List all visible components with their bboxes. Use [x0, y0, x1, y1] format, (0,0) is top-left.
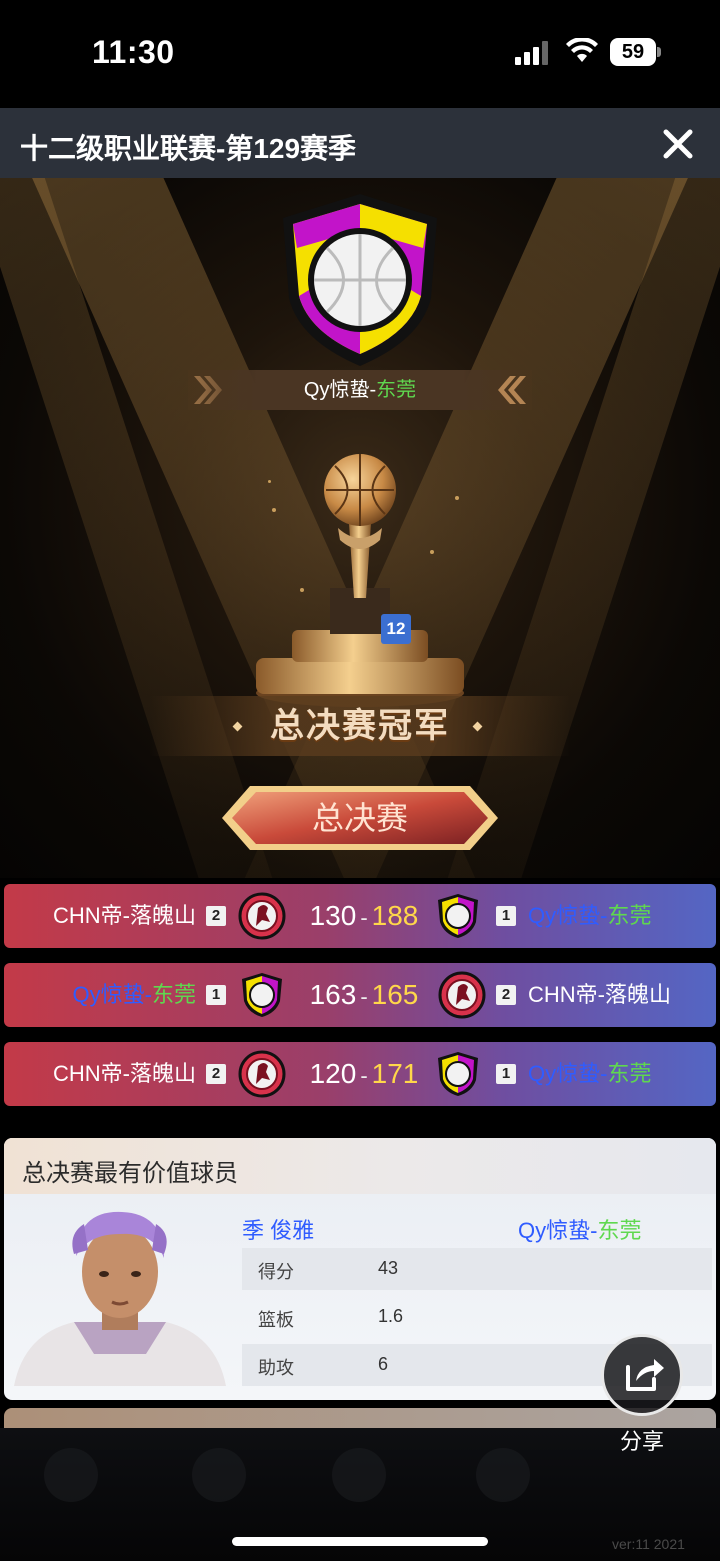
tab-finals[interactable]: 总决赛 — [220, 784, 500, 852]
mvp-title: 总决赛最有价值球员 — [22, 1160, 238, 1187]
stat-value: 6 — [378, 1354, 389, 1374]
match-left-team: CHN帝-落魄山 — [53, 903, 196, 928]
match-score: 120-171 — [300, 1042, 428, 1108]
match-right-seed: 1 — [496, 1064, 516, 1084]
tab-finals-label: 总决赛 — [311, 800, 408, 836]
match-right-score: 165 — [371, 979, 419, 1010]
nav-placeholder-icon — [332, 1448, 386, 1502]
title-bar: 十二级职业联赛-第129赛季 — [0, 108, 720, 178]
champion-team-city: 东莞 — [376, 379, 417, 401]
match-right-team: Qy惊蛰-东莞 — [528, 1061, 652, 1086]
version-text: ver:11 2021 — [612, 1536, 685, 1552]
share-button[interactable] — [601, 1334, 683, 1416]
match-row[interactable]: Qy惊蛰-东莞 1 163-165 2 CHN帝-落魄山 — [4, 963, 716, 1027]
stat-label: 助攻 — [258, 1358, 294, 1378]
nav-placeholder-icon — [192, 1448, 246, 1502]
match-left-seed: 2 — [206, 906, 226, 926]
stat-value: 43 — [378, 1258, 399, 1278]
stat-label: 篮板 — [258, 1310, 294, 1330]
signal-icon — [515, 41, 551, 65]
match-right-seed: 2 — [496, 985, 516, 1005]
match-right-seed: 1 — [496, 906, 516, 926]
match-left-seed: 1 — [206, 985, 226, 1005]
team-shield-icon — [438, 894, 478, 938]
mvp-stat-row: 篮板 1.6 — [242, 1296, 712, 1338]
match-left-team: Qy惊蛰-东莞 — [72, 982, 196, 1007]
mvp-player-name: 季 俊雅 — [242, 1218, 315, 1243]
team-shield-icon — [242, 973, 282, 1017]
stat-label: 得分 — [258, 1262, 294, 1282]
nav-placeholder-icon — [44, 1448, 98, 1502]
match-right-team: Qy惊蛰-东莞 — [528, 903, 652, 928]
match-row[interactable]: CHN帝-落魄山 2 120-171 1 Qy惊蛰-东莞 — [4, 1042, 716, 1106]
match-left-seed: 2 — [206, 1064, 226, 1084]
status-time: 11:30 — [92, 34, 175, 70]
champion-team-banner: Qy惊蛰-东莞 — [188, 370, 532, 410]
match-score: 163-165 — [300, 963, 428, 1029]
stat-value: 1.6 — [378, 1306, 404, 1326]
page-title: 十二级职业联赛-第129赛季 — [20, 133, 357, 164]
chevron-left-icon — [498, 376, 526, 404]
match-score: 130-188 — [300, 884, 428, 950]
score-separator: - — [360, 905, 368, 930]
team-shield-icon — [438, 1052, 478, 1096]
nav-placeholder-icon — [476, 1448, 530, 1502]
mvp-header: 总决赛最有价值球员 — [4, 1138, 716, 1194]
match-right-score: 188 — [371, 900, 419, 931]
match-left-score: 163 — [309, 979, 357, 1010]
close-icon[interactable] — [656, 122, 700, 166]
wifi-icon — [566, 38, 598, 62]
team-shield-icon — [283, 194, 437, 366]
player-avatar — [14, 1211, 226, 1386]
mvp-stat-row: 得分 43 — [242, 1248, 712, 1290]
trophy-level-badge: 12 — [381, 614, 411, 644]
home-indicator[interactable] — [232, 1537, 488, 1546]
finals-champion-title: 总决赛冠军 — [270, 707, 450, 745]
match-row[interactable]: CHN帝-落魄山 2 130-188 1 Qy惊蛰-东莞 — [4, 884, 716, 948]
opponent-emblem-icon — [238, 892, 286, 940]
champion-team-prefix: Qy惊蛰- — [303, 379, 377, 401]
opponent-emblem-icon — [238, 1050, 286, 1098]
mvp-team: Qy惊蛰-东莞 — [518, 1218, 642, 1243]
trophy-icon — [256, 454, 464, 707]
score-separator: - — [360, 984, 368, 1009]
score-separator: - — [360, 1063, 368, 1088]
share-label: 分享 — [619, 1429, 664, 1454]
share-icon — [626, 1359, 664, 1391]
battery-icon: 59 — [610, 38, 656, 66]
opponent-emblem-icon — [438, 971, 486, 1019]
match-left-score: 120 — [309, 1058, 357, 1089]
battery-tip — [657, 47, 661, 57]
status-bar: 11:30 59 — [0, 0, 720, 108]
champion-hero: Qy惊蛰-东莞 12 总决赛冠军 总决赛 — [0, 178, 720, 878]
match-left-team: CHN帝-落魄山 — [53, 1061, 196, 1086]
finals-champion-banner: 总决赛冠军 — [150, 696, 570, 756]
match-right-team: CHN帝-落魄山 — [528, 982, 671, 1007]
match-right-score: 171 — [371, 1058, 419, 1089]
match-left-score: 130 — [309, 900, 357, 931]
